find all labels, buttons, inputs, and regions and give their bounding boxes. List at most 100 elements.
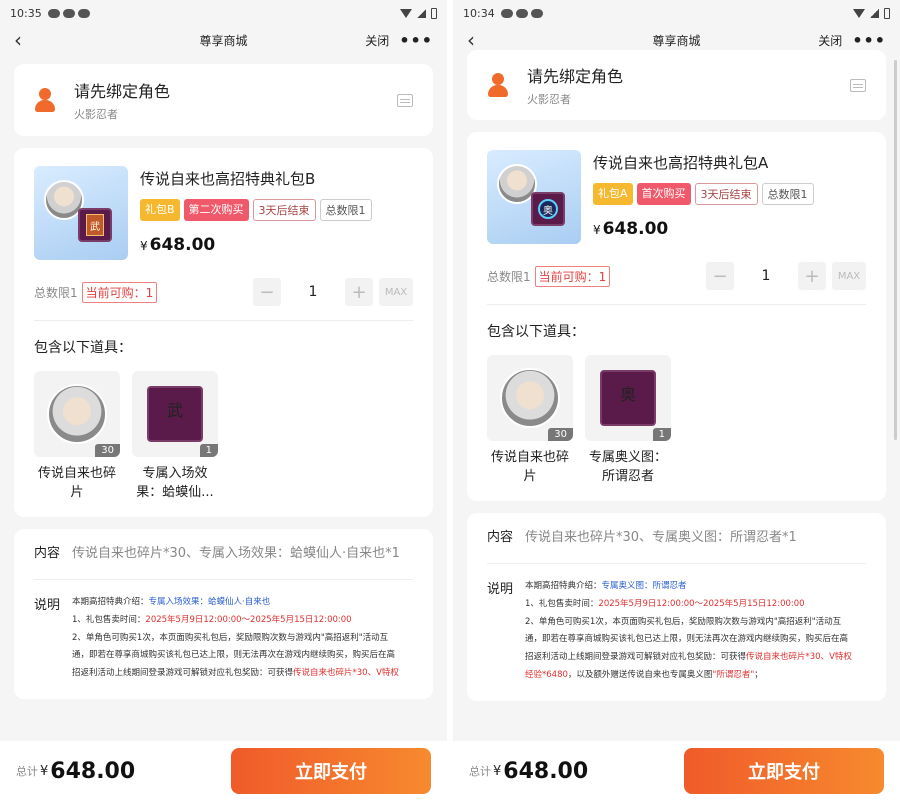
status-time: 10:34: [463, 6, 495, 20]
bind-role-title: 请先绑定角色: [74, 82, 171, 101]
list-item[interactable]: 30 传说自来也碎片: [34, 371, 120, 503]
back-arrow-icon[interactable]: ‹: [14, 28, 34, 52]
signal-icon: [870, 8, 879, 18]
item-list: 30 传说自来也碎片 奥 1 专属奥义图：所谓忍者: [487, 355, 866, 487]
can-buy-badge: 当前可购：1: [81, 281, 158, 303]
description-card: 内容 传说自来也碎片*30、专属奥义图：所谓忍者*1 说明 本期高招特典介绍：专…: [467, 512, 886, 701]
scrollbar[interactable]: [894, 60, 897, 440]
total-limit-label: 总数限1: [34, 285, 78, 300]
item-name: 传说自来也碎片: [37, 466, 116, 500]
checkout-bar: 总计 ¥ 648.00 立即支付: [453, 741, 900, 801]
tag-total-limit: 总数限1: [319, 199, 372, 221]
chat-icon: [500, 8, 513, 18]
battery-icon: [431, 7, 437, 19]
explain-body: 本期高招特典介绍：专属入场效果：蛤蟆仙人·自来也 1、礼包售卖时间：2025年5…: [72, 596, 399, 679]
system-icons: [853, 7, 890, 19]
ougi-scroll-icon: 奥: [600, 370, 656, 426]
quantity-value[interactable]: 1: [740, 262, 792, 290]
nav-bar: ‹ 尊享商城 关闭 •••: [0, 26, 447, 54]
item-name: 专属入场效果：蛤蟆仙...: [136, 466, 214, 500]
tag-purchase-order: 首次购买: [636, 183, 691, 205]
content-value: 传说自来也碎片*30、专属奥义图：所谓忍者*1: [525, 529, 797, 545]
quantity-stepper: − 1 + MAX: [253, 278, 413, 306]
total-label: 总计: [16, 765, 38, 778]
decrease-button[interactable]: −: [706, 262, 734, 290]
content-row: 内容 传说自来也碎片*30、专属奥义图：所谓忍者*1: [487, 529, 866, 547]
jiraiya-fragment-icon: [500, 368, 560, 428]
notification-icons: [500, 8, 543, 18]
item-name: 专属奥义图：所谓忍者: [588, 450, 667, 484]
content-row: 内容 传说自来也碎片*30、专属入场效果：蛤蟆仙人·自来也*1: [34, 545, 413, 563]
quantity-row: 总数限1 当前可购：1 − 1 + MAX: [487, 262, 866, 290]
pay-now-button[interactable]: 立即支付: [684, 748, 884, 794]
quantity-value[interactable]: 1: [287, 278, 339, 306]
explain-body: 本期高招特典介绍：专属奥义图：所谓忍者 1、礼包售卖时间：2025年5月9日12…: [525, 580, 852, 681]
max-button[interactable]: MAX: [832, 262, 866, 290]
chat-icon: [515, 8, 528, 18]
status-bar: 10:34: [453, 0, 900, 26]
includes-title: 包含以下道具：: [487, 324, 585, 340]
chat-icon: [47, 8, 60, 18]
divider: [487, 304, 866, 305]
tag-total-limit: 总数限1: [761, 183, 814, 205]
bind-role-card[interactable]: 请先绑定角色 火影忍者: [14, 64, 433, 136]
divider: [487, 562, 866, 564]
id-card-icon[interactable]: [397, 93, 413, 107]
tag-list: 礼包A 首次购买 3天后结束 总数限1: [593, 183, 814, 205]
content-value: 传说自来也碎片*30、专属入场效果：蛤蟆仙人·自来也*1: [72, 545, 400, 561]
close-button[interactable]: 关闭: [365, 32, 389, 49]
decrease-button[interactable]: −: [253, 278, 281, 306]
scroll-content[interactable]: 请先绑定角色 火影忍者 武 传说自来也高招特典礼包B 礼包B 第二次购买 3天后…: [0, 54, 447, 741]
max-button[interactable]: MAX: [379, 278, 413, 306]
product-name: 传说自来也高招特典礼包B: [140, 170, 316, 188]
item-count: 30: [548, 428, 573, 441]
total-amount: 648.00: [50, 758, 136, 784]
total-limit-label: 总数限1: [487, 269, 531, 284]
bind-role-title: 请先绑定角色: [527, 67, 624, 86]
explain-section: 说明 本期高招特典介绍：专属奥义图：所谓忍者 1、礼包售卖时间：2025年5月9…: [487, 578, 866, 685]
content-label: 内容: [487, 529, 514, 545]
wifi-icon: [400, 8, 412, 18]
divider: [34, 578, 413, 580]
entrance-effect-icon: 武: [147, 386, 203, 442]
chat-icon: [77, 8, 90, 18]
list-item[interactable]: 武 1 专属入场效果：蛤蟆仙...: [132, 371, 218, 503]
product-thumbnail: 奥: [487, 150, 581, 244]
scroll-content[interactable]: 请先绑定角色 火影忍者 奥 传说自来也高招特典礼包A 礼包A 首次购买 3天后结…: [453, 42, 900, 741]
bind-role-card[interactable]: 请先绑定角色 火影忍者: [467, 50, 886, 120]
item-count: 30: [95, 444, 120, 457]
tag-package: 礼包B: [140, 199, 180, 221]
quantity-row: 总数限1 当前可购：1 − 1 + MAX: [34, 278, 413, 306]
game-name: 火影忍者: [74, 108, 118, 121]
increase-button[interactable]: +: [798, 262, 826, 290]
signal-icon: [417, 8, 426, 18]
status-bar: 10:35: [0, 0, 447, 26]
product-thumbnail: 武: [34, 166, 128, 260]
pay-now-button[interactable]: 立即支付: [231, 748, 431, 794]
system-icons: [400, 7, 437, 19]
person-icon: [34, 88, 56, 112]
total-amount: 648.00: [503, 758, 589, 784]
more-icon[interactable]: •••: [399, 31, 433, 50]
currency-symbol: ¥: [493, 763, 502, 779]
checkout-bar: 总计 ¥ 648.00 立即支付: [0, 741, 447, 801]
status-time: 10:35: [10, 6, 42, 20]
explain-section: 说明 本期高招特典介绍：专属入场效果：蛤蟆仙人·自来也 1、礼包售卖时间：202…: [34, 594, 413, 683]
explain-label: 说明: [34, 597, 61, 613]
wifi-icon: [853, 8, 865, 18]
id-card-icon[interactable]: [850, 78, 866, 92]
currency-symbol: ¥: [40, 763, 49, 779]
chat-icon: [530, 8, 543, 18]
tag-ends-in: 3天后结束: [252, 199, 316, 221]
chat-icon: [62, 8, 75, 18]
person-icon: [487, 73, 509, 97]
explain-label: 说明: [487, 581, 514, 597]
comparison-view: 10:35 ‹ 尊享商城 关闭 ••• 请先绑定角色 火影忍者 武 传说自来也高…: [0, 0, 900, 801]
increase-button[interactable]: +: [345, 278, 373, 306]
list-item[interactable]: 奥 1 专属奥义图：所谓忍者: [585, 355, 671, 487]
product-card: 武 传说自来也高招特典礼包B 礼包B 第二次购买 3天后结束 总数限1 ¥648…: [14, 148, 433, 517]
tag-ends-in: 3天后结束: [694, 183, 758, 205]
list-item[interactable]: 30 传说自来也碎片: [487, 355, 573, 487]
includes-title: 包含以下道具：: [34, 340, 132, 356]
content-label: 内容: [34, 545, 61, 561]
